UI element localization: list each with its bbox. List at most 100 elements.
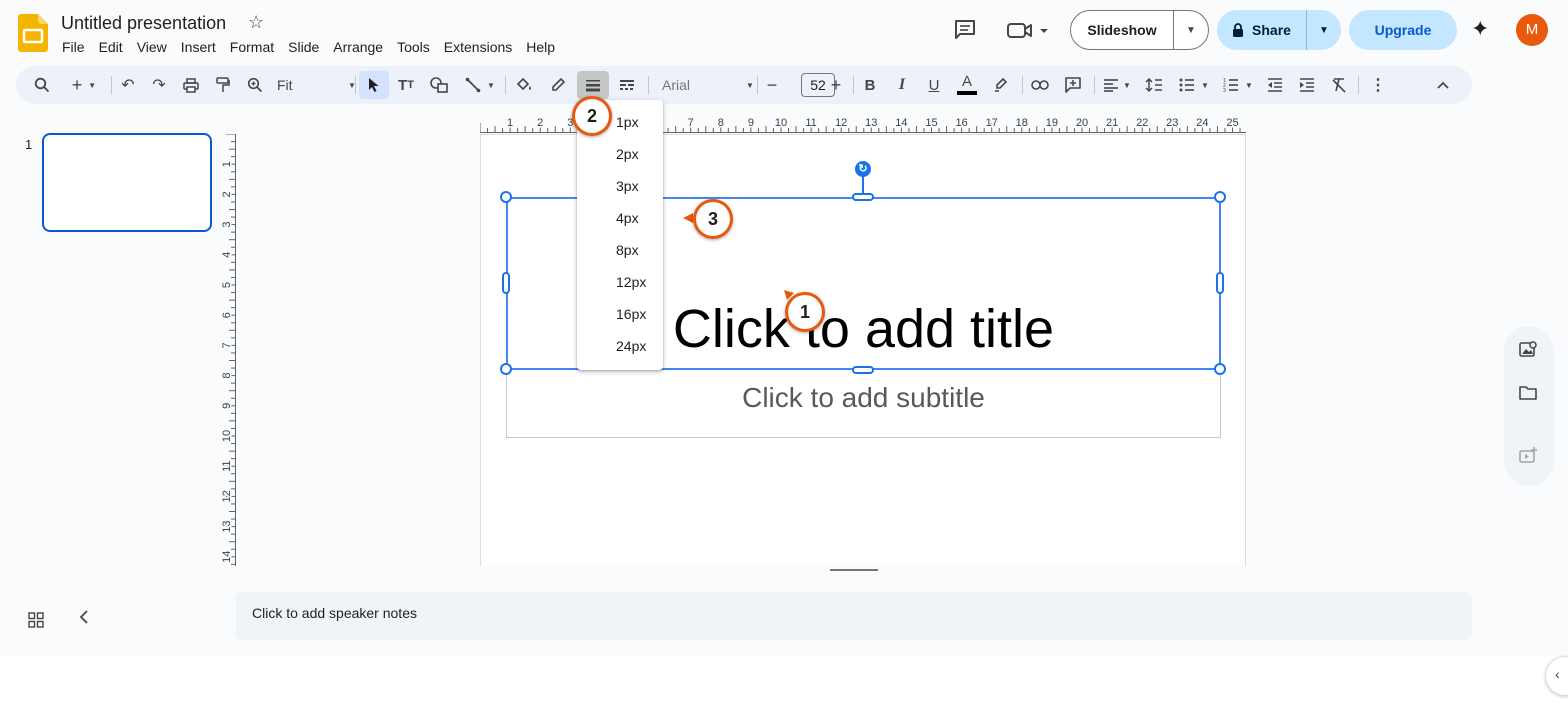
share-main[interactable]: Share <box>1217 10 1307 50</box>
search-icon[interactable] <box>30 71 54 99</box>
link-icon[interactable] <box>1028 71 1052 99</box>
share-dropdown-icon[interactable]: ▼ <box>1307 25 1341 36</box>
border-weight-option[interactable]: 24px <box>577 330 663 362</box>
menu-file[interactable]: File <box>55 37 92 57</box>
menu-bar: File Edit View Insert Format Slide Arran… <box>55 37 562 57</box>
menu-insert[interactable]: Insert <box>174 37 223 57</box>
comments-icon[interactable] <box>954 20 976 40</box>
border-weight-option[interactable]: 16px <box>577 298 663 330</box>
border-weight-option[interactable]: 4px <box>577 202 663 234</box>
rotate-handle-icon[interactable]: ↻ <box>855 161 871 177</box>
speaker-notes[interactable]: Click to add speaker notes <box>236 592 1472 640</box>
ruler-label: 5 <box>221 282 233 288</box>
italic-icon[interactable]: I <box>891 71 913 99</box>
increase-font-size-icon[interactable]: + <box>826 71 846 99</box>
svg-text:3: 3 <box>1223 88 1226 92</box>
collapse-filmstrip-icon[interactable] <box>78 610 90 624</box>
collapse-icon[interactable] <box>1431 71 1455 99</box>
paint-format-icon[interactable] <box>212 71 234 99</box>
new-slide-icon[interactable]: + ▼ <box>66 71 102 99</box>
explore-image-icon[interactable] <box>1518 340 1538 360</box>
slideshow-dropdown-icon[interactable]: ▼ <box>1174 25 1208 36</box>
speaker-notes-placeholder[interactable]: Click to add speaker notes <box>252 605 417 621</box>
more-icon[interactable]: ⋮ <box>1367 71 1389 99</box>
gemini-icon[interactable]: ✦ <box>1471 16 1489 42</box>
slideshow-label[interactable]: Slideshow <box>1071 11 1174 49</box>
decrease-font-size-icon[interactable]: − <box>762 71 782 99</box>
toolbar-divider <box>757 76 758 94</box>
menu-extensions[interactable]: Extensions <box>437 37 519 57</box>
menu-view[interactable]: View <box>130 37 174 57</box>
callout-number: 1 <box>788 295 822 329</box>
document-title[interactable]: Untitled presentation <box>61 13 226 34</box>
menu-tools[interactable]: Tools <box>390 37 437 57</box>
share-button[interactable]: Share ▼ <box>1217 10 1341 50</box>
border-dash-icon[interactable] <box>615 71 639 99</box>
undo-icon[interactable]: ↶ <box>117 71 139 99</box>
resize-handle-top[interactable] <box>852 193 874 201</box>
vertical-ruler[interactable]: 1234567891011121314 <box>218 134 236 566</box>
bold-icon[interactable]: B <box>859 71 881 99</box>
decrease-indent-icon[interactable] <box>1263 71 1287 99</box>
resize-handle-bottom[interactable] <box>852 366 874 374</box>
select-icon[interactable] <box>359 71 389 99</box>
ruler-label: 1 <box>221 161 233 167</box>
resize-handle-top-right[interactable] <box>1214 191 1226 203</box>
print-icon[interactable] <box>180 71 202 99</box>
ruler-label: 15 <box>925 117 937 129</box>
menu-edit[interactable]: Edit <box>92 37 130 57</box>
ruler-label: 12 <box>221 490 233 502</box>
ruler-label: 3 <box>221 222 233 228</box>
bulleted-list-icon[interactable]: ▼ <box>1176 71 1212 99</box>
text-box-icon[interactable]: TT <box>394 71 418 99</box>
menu-help[interactable]: Help <box>519 37 562 57</box>
comment-icon[interactable] <box>1061 71 1085 99</box>
folder-icon[interactable] <box>1518 383 1538 403</box>
resize-handle-right[interactable] <box>1216 272 1224 294</box>
shape-icon[interactable] <box>427 71 451 99</box>
menu-format[interactable]: Format <box>223 37 281 57</box>
border-weight-option[interactable]: 2px <box>577 138 663 170</box>
text-color-icon[interactable]: A <box>955 71 979 99</box>
font-select[interactable]: Arial ▼ <box>662 71 759 99</box>
border-weight-icon[interactable] <box>577 71 609 99</box>
resize-handle-bottom-left[interactable] <box>500 363 512 375</box>
border-color-icon[interactable] <box>546 71 570 99</box>
highlight-icon[interactable] <box>989 71 1013 99</box>
lock-icon <box>1233 22 1244 37</box>
upgrade-button[interactable]: Upgrade <box>1349 10 1457 50</box>
subtitle-placeholder[interactable]: Click to add subtitle <box>506 382 1221 414</box>
numbered-list-icon[interactable]: 123 ▼ <box>1220 71 1256 99</box>
avatar[interactable]: M <box>1516 14 1548 46</box>
add-slide-side-icon[interactable] <box>1518 446 1538 466</box>
underline-icon[interactable]: U <box>923 71 945 99</box>
resize-handle-bottom-right[interactable] <box>1214 363 1226 375</box>
menu-arrange[interactable]: Arrange <box>326 37 390 57</box>
border-weight-option[interactable]: 8px <box>577 234 663 266</box>
line-spacing-icon[interactable] <box>1142 71 1166 99</box>
slides-logo-icon[interactable] <box>18 14 48 52</box>
slide-thumbnail[interactable] <box>42 133 212 232</box>
border-weight-option[interactable]: 3px <box>577 170 663 202</box>
ruler-label: 14 <box>895 117 907 129</box>
chevron-left-icon: ‹ <box>1555 666 1560 682</box>
star-icon[interactable]: ☆ <box>248 12 264 33</box>
slideshow-button[interactable]: Slideshow ▼ <box>1070 10 1209 50</box>
border-weight-option[interactable]: 12px <box>577 266 663 298</box>
zoom-value: Fit <box>277 77 293 93</box>
resize-handle-top-left[interactable] <box>500 191 512 203</box>
grid-view-icon[interactable] <box>28 612 44 628</box>
line-icon[interactable]: ▼ <box>462 71 498 99</box>
meet-icon[interactable] <box>1007 21 1049 39</box>
fill-color-icon[interactable] <box>512 71 536 99</box>
zoom-icon[interactable] <box>244 71 266 99</box>
resize-handle-left[interactable] <box>502 272 510 294</box>
align-icon[interactable]: ▼ <box>1100 71 1134 99</box>
clear-formatting-icon[interactable] <box>1327 71 1351 99</box>
zoom-select[interactable]: Fit ▼ <box>277 71 364 99</box>
increase-indent-icon[interactable] <box>1295 71 1319 99</box>
menu-slide[interactable]: Slide <box>281 37 326 57</box>
redo-icon[interactable]: ↷ <box>148 71 170 99</box>
font-name: Arial <box>662 77 691 93</box>
notes-resize-handle[interactable] <box>830 569 878 571</box>
